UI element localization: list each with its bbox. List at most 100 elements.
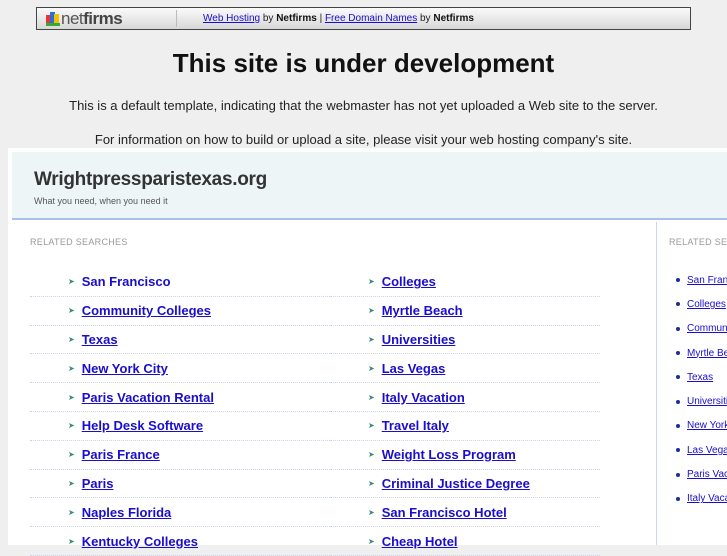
site-tagline: What you need, when you need it bbox=[34, 196, 168, 206]
netfirms-logo-text: netfirms bbox=[61, 8, 123, 28]
search-result-row: ➤ Community Colleges bbox=[30, 297, 330, 326]
bullet-icon bbox=[676, 399, 680, 404]
arrow-icon: ➤ bbox=[368, 536, 375, 546]
search-result-row: ➤ Italy Vacation bbox=[330, 383, 600, 412]
search-link[interactable]: Weight Loss Program bbox=[382, 447, 516, 462]
sidebar-item: Colleges bbox=[657, 292, 727, 316]
search-link[interactable]: Italy Vacation bbox=[382, 390, 465, 405]
netfirms-logo-icon bbox=[46, 11, 60, 26]
search-result-row: ➤ Cheap Hotel bbox=[330, 527, 600, 556]
search-result-row: ➤ Weight Loss Program bbox=[330, 441, 600, 470]
arrow-icon: ➤ bbox=[368, 306, 375, 316]
sidebar-item: San Francisco bbox=[657, 268, 727, 292]
search-link[interactable]: Paris Vacation Rental bbox=[82, 390, 214, 405]
bullet-icon bbox=[676, 423, 680, 428]
bullet-icon bbox=[676, 326, 680, 331]
bullet-icon bbox=[676, 472, 680, 477]
search-result-row: ➤ Paris France bbox=[30, 441, 330, 470]
sidebar-item: Italy Vacation bbox=[657, 487, 727, 511]
arrow-icon: ➤ bbox=[368, 363, 375, 373]
search-link[interactable]: Colleges bbox=[382, 274, 436, 289]
search-link[interactable]: Help Desk Software bbox=[82, 418, 203, 433]
search-result-row: ➤ Universities bbox=[330, 326, 600, 355]
arrow-icon: ➤ bbox=[68, 334, 75, 344]
search-link[interactable]: Paris bbox=[82, 476, 114, 491]
sidebar-link[interactable]: New York City bbox=[687, 420, 727, 431]
arrow-icon: ➤ bbox=[68, 450, 75, 460]
sidebar-link[interactable]: Texas bbox=[687, 372, 713, 383]
web-hosting-link[interactable]: Web Hosting bbox=[203, 13, 260, 24]
arrow-icon: ➤ bbox=[68, 277, 75, 287]
search-link[interactable]: Cheap Hotel bbox=[382, 534, 458, 549]
search-link[interactable]: Kentucky Colleges bbox=[82, 534, 198, 549]
arrow-icon: ➤ bbox=[368, 421, 375, 431]
search-link[interactable]: Naples Florida bbox=[82, 505, 172, 520]
arrow-icon: ➤ bbox=[68, 507, 75, 517]
search-result-row: ➤ Travel Italy bbox=[330, 412, 600, 441]
by-text: by bbox=[420, 13, 431, 24]
search-link[interactable]: San Francisco Hotel bbox=[382, 505, 507, 520]
brand-text: Netfirms bbox=[433, 13, 474, 24]
arrow-icon: ➤ bbox=[68, 363, 75, 373]
sidebar-item: Las Vegas bbox=[657, 438, 727, 462]
free-domain-names-link[interactable]: Free Domain Names bbox=[325, 13, 417, 24]
by-text: by bbox=[262, 13, 274, 24]
search-result-row: ➤ San Francisco bbox=[30, 268, 330, 297]
related-searches-main: RELATED SEARCHES ➤ San Francisco ➤ Communit… bbox=[12, 222, 656, 556]
related-searches-label: RELATED SEARCHES bbox=[30, 237, 128, 247]
search-link[interactable]: San Francisco bbox=[82, 274, 171, 289]
arrow-icon: ➤ bbox=[368, 507, 375, 517]
search-result-row: ➤ Naples Florida bbox=[30, 498, 330, 528]
site-name: Wrightpressparistexas.org bbox=[34, 169, 267, 190]
search-link[interactable]: Travel Italy bbox=[382, 418, 449, 433]
sidebar-item: Myrtle Beach bbox=[657, 341, 727, 365]
search-link[interactable]: Myrtle Beach bbox=[382, 303, 463, 318]
arrow-icon: ➤ bbox=[368, 277, 375, 287]
sidebar-link[interactable]: Community Colleges bbox=[687, 323, 727, 334]
search-result-row: ➤ San Francisco Hotel bbox=[330, 498, 600, 528]
sidebar-link[interactable]: Las Vegas bbox=[687, 445, 727, 456]
related-searches-sidebar: RELATED SEARCHES San Francisco Colleges Co… bbox=[656, 222, 727, 545]
search-result-row: ➤ Kentucky Colleges bbox=[30, 527, 330, 556]
netfirms-banner: netfirms Web Hosting by Netfirms | Free … bbox=[36, 7, 691, 30]
sidebar-link[interactable]: San Francisco bbox=[687, 275, 727, 286]
sidebar-link[interactable]: Italy Vacation bbox=[687, 493, 727, 504]
search-result-row: ➤ Texas bbox=[30, 326, 330, 355]
search-link[interactable]: Texas bbox=[82, 332, 118, 347]
site-header: Wrightpressparistexas.org What you need,… bbox=[12, 152, 727, 220]
search-link[interactable]: Paris France bbox=[82, 447, 160, 462]
search-link[interactable]: Universities bbox=[382, 332, 456, 347]
parked-page-frame: Wrightpressparistexas.org What you need,… bbox=[8, 148, 727, 556]
search-link[interactable]: New York City bbox=[82, 361, 168, 376]
search-result-row: ➤ Paris bbox=[30, 470, 330, 499]
search-result-row: ➤ Colleges bbox=[330, 268, 600, 297]
brand-text: Netfirms bbox=[276, 13, 317, 24]
bullet-icon bbox=[676, 448, 680, 453]
notice-line-2: For information on how to build or uploa… bbox=[94, 132, 633, 147]
sidebar-link[interactable]: Universities bbox=[687, 396, 727, 407]
search-result-row: ➤ New York City bbox=[30, 354, 330, 384]
separator: | bbox=[319, 13, 323, 24]
bullet-icon bbox=[676, 496, 680, 501]
search-link[interactable]: Community Colleges bbox=[82, 303, 211, 318]
search-result-row: ➤ Paris Vacation Rental bbox=[30, 383, 330, 412]
sidebar-link[interactable]: Paris Vacation Rental bbox=[687, 469, 727, 480]
search-result-row: ➤ Myrtle Beach bbox=[330, 297, 600, 326]
search-link[interactable]: Las Vegas bbox=[382, 361, 446, 376]
arrow-icon: ➤ bbox=[68, 392, 75, 402]
sidebar-item: New York City bbox=[657, 414, 727, 438]
sidebar-label: RELATED SEARCHES bbox=[669, 237, 727, 247]
arrow-icon: ➤ bbox=[368, 392, 375, 402]
banner-links: Web Hosting by Netfirms | Free Domain Na… bbox=[203, 13, 474, 24]
sidebar-link[interactable]: Colleges bbox=[687, 299, 726, 310]
arrow-icon: ➤ bbox=[68, 421, 75, 431]
netfirms-logo[interactable]: netfirms bbox=[37, 8, 177, 28]
sidebar-item: Paris Vacation Rental bbox=[657, 462, 727, 486]
sidebar-item: Community Colleges bbox=[657, 317, 727, 341]
bullet-icon bbox=[676, 302, 680, 307]
sidebar-link[interactable]: Myrtle Beach bbox=[687, 348, 727, 359]
arrow-icon: ➤ bbox=[68, 306, 75, 316]
search-result-row: ➤ Criminal Justice Degree bbox=[330, 470, 600, 499]
page-title: This site is under development bbox=[172, 48, 555, 78]
search-link[interactable]: Criminal Justice Degree bbox=[382, 476, 530, 491]
